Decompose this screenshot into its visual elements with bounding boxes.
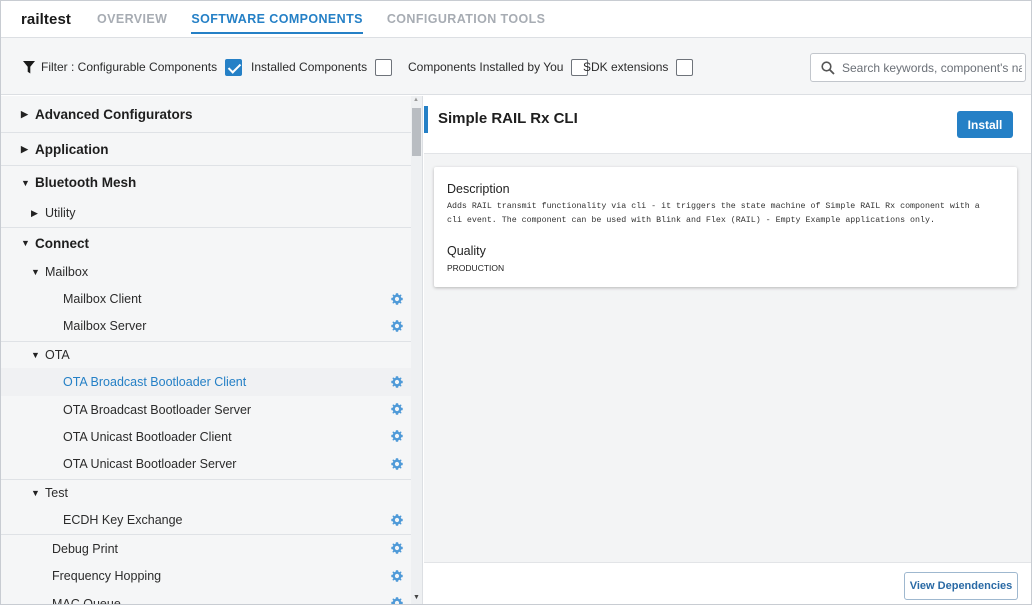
caret-down-icon: ▼ xyxy=(31,266,40,277)
view-dependencies-button[interactable]: View Dependencies xyxy=(904,572,1018,600)
tree-label: OTA Unicast Bootloader Client xyxy=(63,429,232,444)
tree-label: ECDH Key Exchange xyxy=(63,513,183,527)
scroll-up-icon[interactable]: ▲ xyxy=(413,97,419,103)
caret-right-icon: ▶ xyxy=(21,143,28,154)
filter-icon xyxy=(23,60,35,73)
tree-item-ota-unicast-bootloader-client[interactable]: OTA Unicast Bootloader Client xyxy=(1,423,411,450)
tree-label: Connect xyxy=(35,235,89,251)
gear-icon[interactable] xyxy=(391,570,403,582)
filter-installed-by-you-label: Components Installed by You xyxy=(408,60,564,74)
caret-down-icon: ▼ xyxy=(21,177,30,188)
install-button[interactable]: Install xyxy=(957,111,1013,138)
gear-icon[interactable] xyxy=(391,542,403,554)
description-heading: Description xyxy=(447,182,510,196)
tab-software-components[interactable]: SOFTWARE COMPONENTS xyxy=(191,1,363,38)
filter-sdk-extensions-label: SDK extensions xyxy=(583,60,669,74)
installed-components-checkbox[interactable] xyxy=(375,58,393,76)
top-tab-bar: railtest OVERVIEW SOFTWARE COMPONENTS CO… xyxy=(1,1,1031,38)
tree-group-ota[interactable]: ▼ OTA xyxy=(1,342,411,368)
caret-down-icon: ▼ xyxy=(31,488,40,498)
tree-label: OTA Broadcast Bootloader Client xyxy=(63,375,247,389)
component-detail-panel: Simple RAIL Rx CLI Install Description A… xyxy=(424,96,1031,604)
tree-category-advanced-configurators[interactable]: ▶ Advanced Configurators xyxy=(1,96,411,132)
tree-category-bluetooth-mesh[interactable]: ▼ Bluetooth Mesh xyxy=(1,166,411,199)
tree-item-ota-broadcast-bootloader-server[interactable]: OTA Broadcast Bootloader Server xyxy=(1,396,411,423)
component-tree: ▶ Advanced Configurators ▶ Application ▼… xyxy=(1,96,423,605)
tree-label: Application xyxy=(35,141,109,157)
scroll-thumb[interactable] xyxy=(412,108,421,156)
tab-configuration-tools[interactable]: CONFIGURATION TOOLS xyxy=(387,1,546,38)
quality-value: PRODUCTION xyxy=(447,263,505,273)
tree-label: Bluetooth Mesh xyxy=(35,175,137,190)
description-line: cli event. The component can be used wit… xyxy=(447,216,935,225)
tree-label: Frequency Hopping xyxy=(52,569,162,583)
tree-label: Utility xyxy=(45,206,76,220)
tree-label: OTA Unicast Bootloader Server xyxy=(63,457,237,471)
tree-label: OTA xyxy=(45,348,70,362)
detail-header: Simple RAIL Rx CLI Install xyxy=(424,96,1031,154)
caret-down-icon: ▼ xyxy=(21,238,30,248)
search-box[interactable] xyxy=(810,53,1026,82)
gear-icon[interactable] xyxy=(391,376,403,388)
search-icon xyxy=(821,60,835,75)
filter-configurable-label: Filter : Configurable Components xyxy=(41,60,218,74)
component-info-card: Description Adds RAIL transmit functiona… xyxy=(434,167,1017,287)
tree-item-mailbox-server[interactable]: Mailbox Server xyxy=(1,312,411,340)
gear-icon[interactable] xyxy=(391,403,403,415)
description-line: Adds RAIL transmit functionality via cli… xyxy=(447,202,980,211)
sdk-extensions-checkbox[interactable] xyxy=(676,58,694,76)
tree-label: Mailbox xyxy=(45,264,89,279)
gear-icon[interactable] xyxy=(391,514,403,526)
title-accent-bar xyxy=(424,106,428,133)
app-window: railtest OVERVIEW SOFTWARE COMPONENTS CO… xyxy=(0,0,1032,605)
tree-item-mac-queue[interactable]: MAC Queue xyxy=(1,590,411,605)
gear-icon[interactable] xyxy=(391,320,403,332)
tree-group-utility[interactable]: ▶ Utility xyxy=(1,199,411,227)
caret-right-icon: ▶ xyxy=(31,207,38,218)
filter-sdk-extensions: SDK extensions xyxy=(583,57,694,77)
filter-installed: Installed Components xyxy=(251,57,393,77)
caret-right-icon: ▶ xyxy=(21,108,28,119)
tree-item-ota-unicast-bootloader-server[interactable]: OTA Unicast Bootloader Server xyxy=(1,450,411,478)
filter-installed-label: Installed Components xyxy=(251,60,368,74)
gear-icon[interactable] xyxy=(391,430,403,442)
tree-label: Debug Print xyxy=(52,541,119,556)
gear-icon[interactable] xyxy=(391,458,403,470)
tree-label: Advanced Configurators xyxy=(35,106,193,122)
detail-footer: View Dependencies xyxy=(424,562,1031,604)
tree-item-frequency-hopping[interactable]: Frequency Hopping xyxy=(1,562,411,590)
gear-icon[interactable] xyxy=(391,597,403,605)
tree-label: Test xyxy=(45,486,68,500)
filter-configurable: Filter : Configurable Components xyxy=(23,57,243,77)
configurable-components-checkbox[interactable] xyxy=(225,58,243,76)
tree-group-test[interactable]: ▼ Test xyxy=(1,480,411,506)
component-title: Simple RAIL Rx CLI xyxy=(438,110,578,127)
tree-item-ecdh-key-exchange[interactable]: ECDH Key Exchange xyxy=(1,506,411,534)
scroll-down-icon[interactable]: ▼ xyxy=(413,594,420,601)
tree-label: MAC Queue xyxy=(52,597,121,605)
tree-label: OTA Broadcast Bootloader Server xyxy=(63,402,252,417)
search-input[interactable] xyxy=(842,60,1022,75)
quality-heading: Quality xyxy=(447,244,486,258)
filter-installed-by-you: Components Installed by You xyxy=(408,57,589,77)
tree-item-mailbox-client[interactable]: Mailbox Client xyxy=(1,285,411,312)
tree-label: Mailbox Server xyxy=(63,319,147,333)
gear-icon[interactable] xyxy=(391,293,403,305)
tree-category-connect[interactable]: ▼ Connect xyxy=(1,228,411,258)
filter-bar: Filter : Configurable Components Install… xyxy=(1,38,1031,95)
project-name: railtest xyxy=(21,10,71,28)
tree-label: Mailbox Client xyxy=(63,291,142,306)
caret-down-icon: ▼ xyxy=(31,350,40,360)
tree-group-mailbox[interactable]: ▼ Mailbox xyxy=(1,258,411,285)
tab-overview[interactable]: OVERVIEW xyxy=(97,1,167,38)
tree-scrollbar[interactable]: ▲ ▼ xyxy=(411,96,422,604)
tree-category-application[interactable]: ▶ Application xyxy=(1,133,411,165)
tree-item-debug-print[interactable]: Debug Print xyxy=(1,535,411,562)
description-text: Adds RAIL transmit functionality via cli… xyxy=(447,200,1012,228)
tree-item-ota-broadcast-bootloader-client[interactable]: OTA Broadcast Bootloader Client xyxy=(1,368,411,396)
